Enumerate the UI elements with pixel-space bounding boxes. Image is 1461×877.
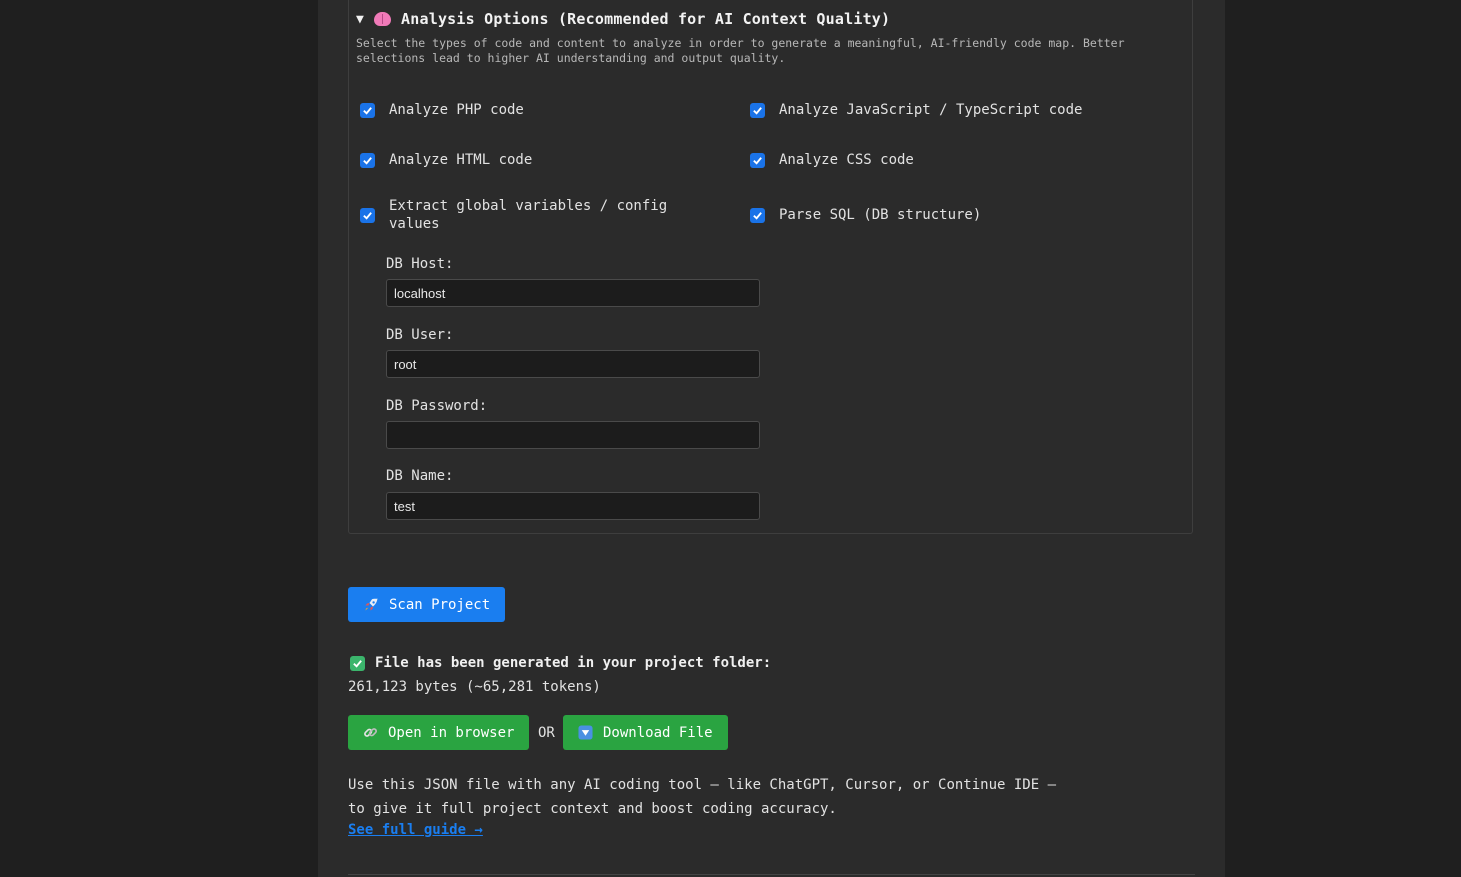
- db-name-input[interactable]: test: [386, 492, 760, 520]
- checkbox-checked-icon[interactable]: [360, 207, 375, 223]
- generated-status-text: File has been generated in your project …: [375, 655, 772, 671]
- checkbox-global-vars[interactable]: Extract global variables / config values: [360, 197, 680, 233]
- open-in-browser-label: Open in browser: [388, 724, 515, 741]
- checkbox-js-ts[interactable]: Analyze JavaScript / TypeScript code: [750, 101, 1082, 119]
- checkbox-label: Parse SQL (DB structure): [779, 207, 982, 223]
- checkbox-checked-icon[interactable]: [750, 102, 765, 118]
- scan-project-label: Scan Project: [389, 596, 491, 613]
- brain-icon: [374, 12, 392, 26]
- download-arrow-icon: [578, 725, 593, 740]
- usage-info: Use this JSON file with any AI coding to…: [348, 773, 1056, 821]
- checkbox-label: Analyze JavaScript / TypeScript code: [779, 102, 1083, 118]
- generated-status: File has been generated in your project …: [350, 655, 771, 671]
- or-separator: OR: [538, 725, 555, 741]
- checkbox-label: Analyze CSS code: [779, 152, 914, 168]
- usage-info-line-1: Use this JSON file with any AI coding to…: [348, 777, 1057, 793]
- checkbox-label: Analyze PHP code: [389, 102, 524, 118]
- db-name-label: DB Name:: [386, 468, 454, 484]
- usage-info-line-2: to give it full project context and boos…: [348, 801, 837, 817]
- db-user-input[interactable]: root: [386, 350, 760, 378]
- checkbox-css[interactable]: Analyze CSS code: [750, 151, 914, 169]
- check-mark-icon: [350, 655, 365, 671]
- db-host-input[interactable]: localhost: [386, 279, 760, 307]
- db-password-label: DB Password:: [386, 398, 488, 414]
- main-panel: ▼ Analysis Options (Recommended for AI C…: [318, 0, 1225, 877]
- db-host-label: DB Host:: [386, 256, 454, 272]
- checkbox-html[interactable]: Analyze HTML code: [360, 151, 532, 169]
- link-icon: [364, 728, 378, 737]
- see-full-guide-link[interactable]: See full guide →: [348, 822, 483, 838]
- open-in-browser-button[interactable]: Open in browser: [348, 715, 530, 750]
- db-password-input[interactable]: [386, 421, 760, 449]
- checkbox-checked-icon[interactable]: [360, 102, 375, 118]
- file-size-text: 261,123 bytes (~65,281 tokens): [348, 679, 601, 695]
- checkbox-label: Analyze HTML code: [389, 152, 533, 168]
- analysis-options-description: Select the types of code and content to …: [356, 36, 1125, 65]
- checkbox-checked-icon[interactable]: [750, 152, 765, 168]
- expand-triangle-icon: ▼: [356, 11, 365, 27]
- checkbox-checked-icon[interactable]: [750, 207, 765, 223]
- scan-project-button[interactable]: Scan Project: [348, 587, 506, 622]
- section-divider: [348, 874, 1195, 875]
- rocket-icon: [365, 598, 378, 610]
- checkbox-php[interactable]: Analyze PHP code: [360, 101, 524, 119]
- checkbox-checked-icon[interactable]: [360, 152, 375, 168]
- checkbox-label: Extract global variables / config values: [389, 198, 668, 232]
- download-file-button[interactable]: Download File: [563, 715, 728, 750]
- checkbox-sql[interactable]: Parse SQL (DB structure): [750, 206, 981, 224]
- download-file-label: Download File: [603, 724, 713, 741]
- analysis-options-summary[interactable]: ▼ Analysis Options (Recommended for AI C…: [356, 8, 890, 30]
- db-user-label: DB User:: [386, 327, 454, 343]
- analysis-options-title: Analysis Options (Recommended for AI Con…: [401, 10, 891, 28]
- analysis-options-section: [348, 0, 1193, 534]
